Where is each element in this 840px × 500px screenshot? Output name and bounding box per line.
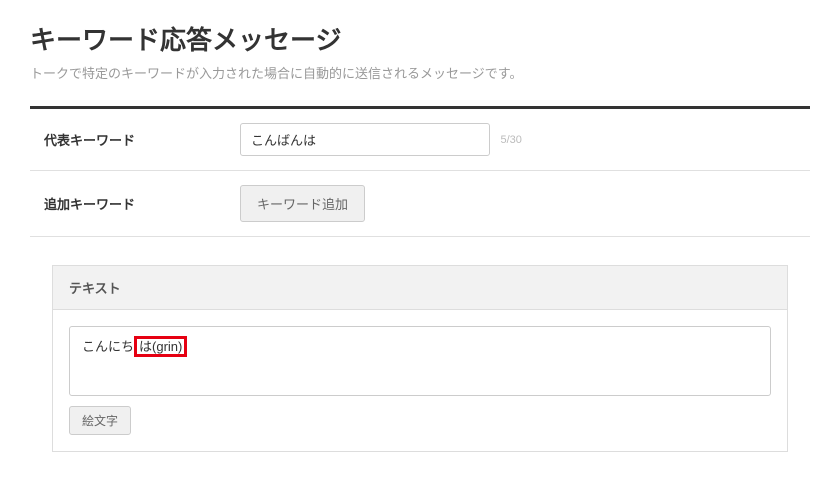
page-title: キーワード応答メッセージ bbox=[30, 20, 810, 57]
additional-keyword-label: 追加キーワード bbox=[30, 171, 230, 237]
additional-keyword-value-cell: キーワード追加 bbox=[230, 171, 810, 237]
message-text-highlighted: は(grin) bbox=[134, 336, 187, 357]
text-section-body: こんにちは(grin) 絵文字 bbox=[53, 310, 787, 451]
page-description: トークで特定のキーワードが入力された場合に自動的に送信されるメッセージです。 bbox=[30, 63, 810, 82]
representative-keyword-char-count: 5/30 bbox=[500, 134, 521, 146]
representative-keyword-row: 代表キーワード 5/30 bbox=[30, 109, 810, 171]
representative-keyword-value-cell: 5/30 bbox=[230, 109, 810, 171]
text-section-header: テキスト bbox=[53, 266, 787, 310]
representative-keyword-input[interactable] bbox=[240, 123, 490, 156]
message-textarea[interactable]: こんにちは(grin) bbox=[69, 326, 771, 396]
add-keyword-button[interactable]: キーワード追加 bbox=[240, 185, 365, 222]
emoji-button[interactable]: 絵文字 bbox=[69, 406, 131, 435]
text-section: テキスト こんにちは(grin) 絵文字 bbox=[52, 265, 788, 452]
form-table: 代表キーワード 5/30 追加キーワード キーワード追加 bbox=[30, 109, 810, 237]
additional-keyword-row: 追加キーワード キーワード追加 bbox=[30, 171, 810, 237]
message-text-prefix: こんにち bbox=[82, 339, 134, 354]
representative-keyword-label: 代表キーワード bbox=[30, 109, 230, 171]
